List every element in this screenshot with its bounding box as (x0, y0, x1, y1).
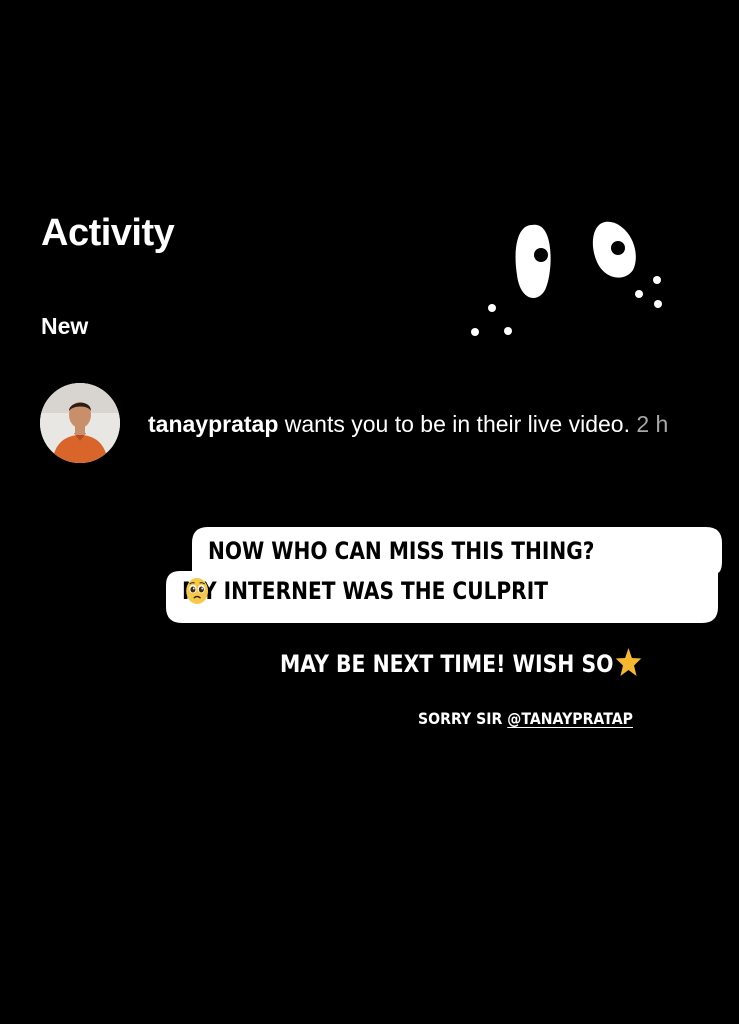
page-title: Activity (41, 212, 175, 254)
cartoon-eyes-icon (471, 221, 662, 336)
avatar[interactable] (40, 383, 120, 463)
sorry-text: SORRY SIR @TANAYPRATAP (418, 709, 633, 728)
mention-link[interactable]: @TANAYPRATAP (507, 709, 633, 728)
notification-time: 2 h (629, 411, 669, 437)
caption-line-2-text: MY INTERNET WAS THE CULPRIT (182, 577, 548, 605)
pleading-face-icon (186, 578, 209, 604)
notification-message: wants you to be in their live video. (278, 411, 630, 437)
notification-item[interactable]: tanaypratap wants you to be in their liv… (40, 383, 720, 465)
caption-line-1: NOW WHO CAN MISS THIS THING? (208, 537, 595, 565)
next-time-text: MAY BE NEXT TIME! WISH SO (280, 647, 642, 678)
star-icon (616, 648, 642, 676)
section-header-new: New (41, 313, 89, 339)
story-caption-box: NOW WHO CAN MISS THIS THING? MY INTERNET… (166, 527, 722, 623)
next-time-label: MAY BE NEXT TIME! WISH SO (280, 650, 614, 678)
notification-username[interactable]: tanaypratap (148, 411, 278, 437)
caption-line-2: MY INTERNET WAS THE CULPRIT (182, 577, 548, 605)
sorry-prefix: SORRY SIR (418, 709, 508, 728)
notification-text: tanaypratap wants you to be in their liv… (148, 411, 668, 438)
